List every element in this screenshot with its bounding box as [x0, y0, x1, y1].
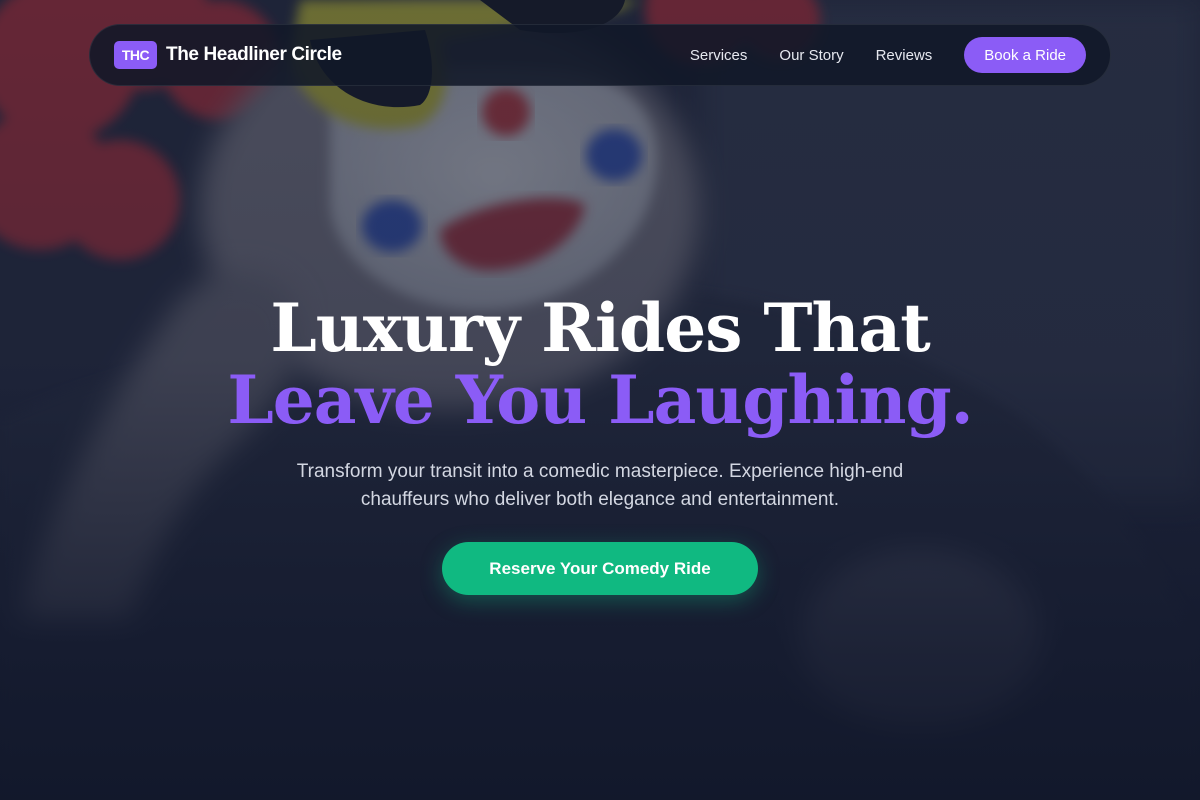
hero-headline: Luxury Rides That Leave You Laughing.: [0, 292, 1200, 436]
brand-name: The Headliner Circle: [166, 44, 342, 65]
headline-line-2: Leave You Laughing.: [227, 361, 973, 439]
hero-content: Luxury Rides That Leave You Laughing. Tr…: [0, 292, 1200, 595]
nav-link-our-story[interactable]: Our Story: [779, 47, 843, 64]
headline-line-1: Luxury Rides That: [270, 289, 930, 367]
nav-links: Services Our Story Reviews Book a Ride: [690, 37, 1086, 73]
hero-subheading: Transform your transit into a comedic ma…: [296, 461, 904, 510]
reserve-ride-button[interactable]: Reserve Your Comedy Ride: [442, 542, 758, 595]
nav-link-services[interactable]: Services: [690, 47, 748, 64]
brand-logo[interactable]: THC The Headliner Circle: [114, 41, 342, 69]
nav-link-reviews[interactable]: Reviews: [876, 47, 933, 64]
brand-badge: THC: [114, 41, 157, 69]
hero-section: THC The Headliner Circle Services Our St…: [0, 0, 1200, 800]
book-a-ride-button[interactable]: Book a Ride: [964, 37, 1086, 73]
top-navigation-bar: THC The Headliner Circle Services Our St…: [89, 24, 1111, 86]
